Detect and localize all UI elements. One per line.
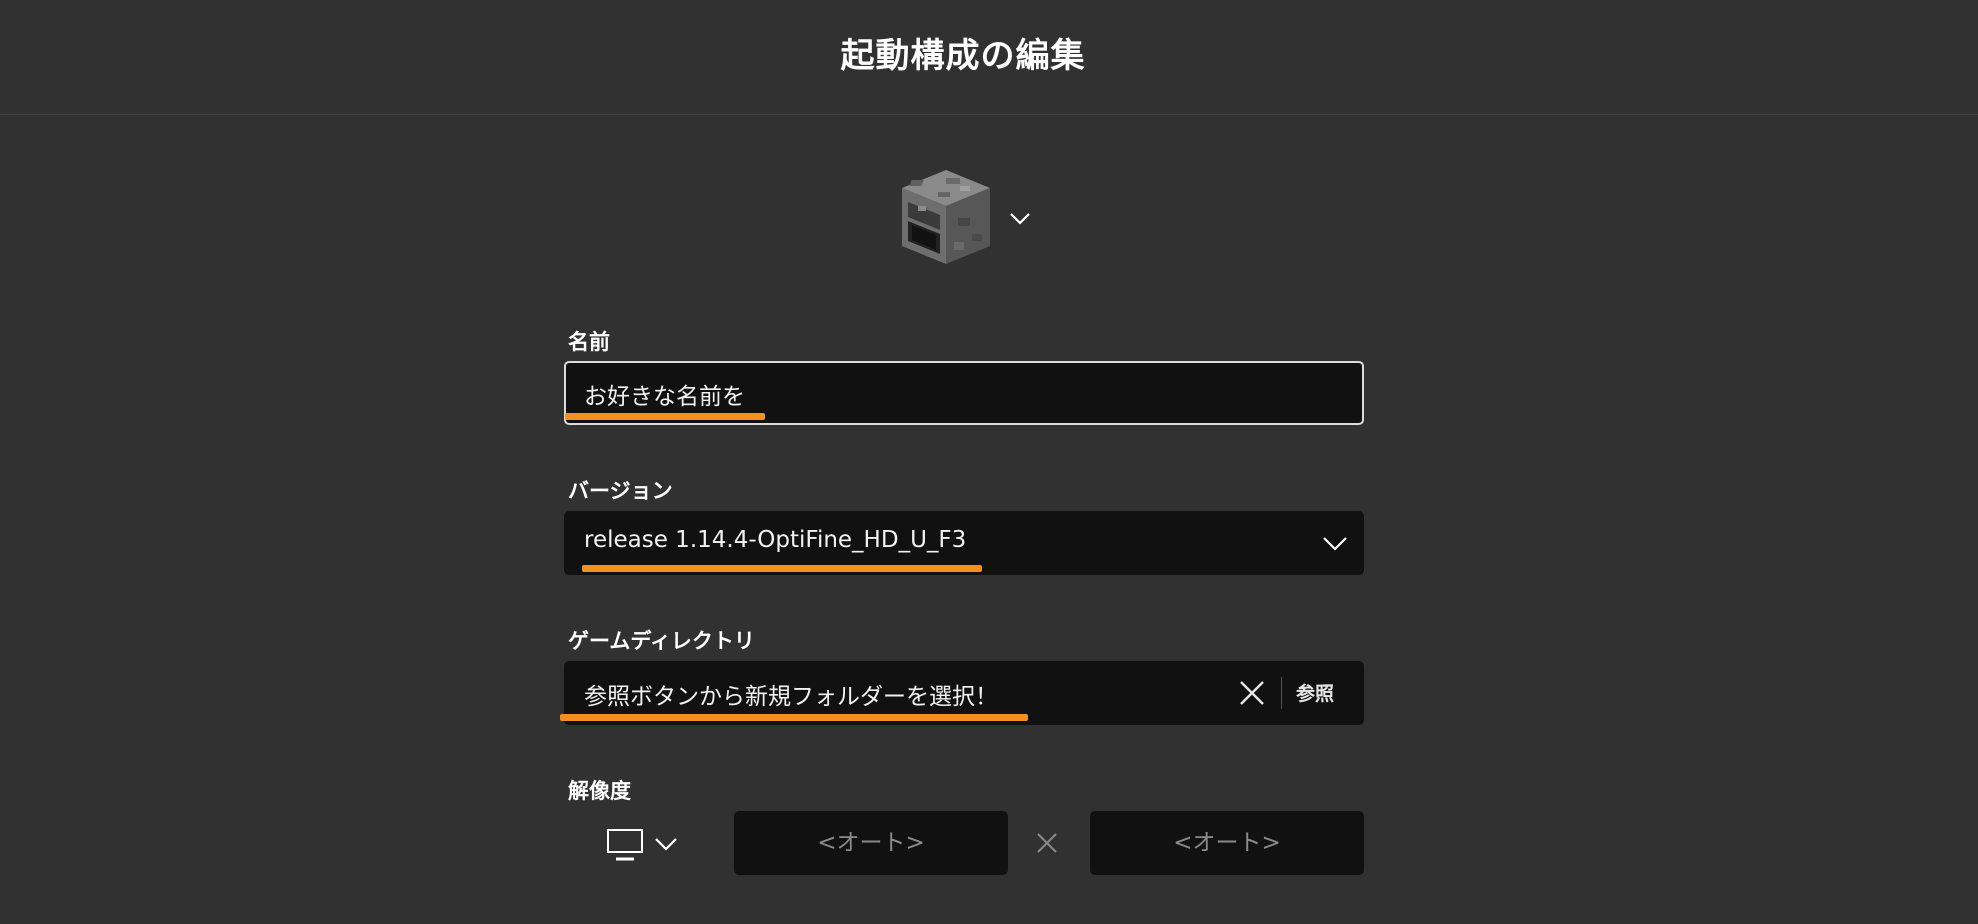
resolution-preset-select[interactable] (600, 826, 680, 866)
highlight-underline (560, 714, 1028, 721)
divider (1281, 677, 1282, 709)
version-value: release 1.14.4-OptiFine_HD_U_F3 (584, 527, 967, 553)
header: 起動構成の編集 (0, 0, 1978, 115)
times-icon (1037, 833, 1057, 853)
icon-picker[interactable] (898, 168, 1030, 268)
highlight-underline (565, 413, 765, 420)
browse-button[interactable]: 参照 (1296, 679, 1334, 706)
name-label: 名前 (568, 330, 610, 354)
chevron-down-icon (1010, 213, 1030, 225)
page-title: 起動構成の編集 (840, 36, 1086, 76)
close-icon[interactable] (1236, 677, 1268, 709)
game-directory-label: ゲームディレクトリ (568, 629, 755, 653)
chevron-down-icon (655, 838, 677, 851)
chevron-down-icon (1323, 537, 1347, 551)
resolution-height-input[interactable]: <オート> (1090, 811, 1364, 875)
furnace-block-icon (902, 170, 990, 264)
highlight-underline (582, 565, 982, 572)
resolution-label: 解像度 (568, 779, 631, 803)
name-value: お好きな名前を (584, 384, 745, 410)
version-label: バージョン (568, 479, 673, 503)
game-directory-value: 参照ボタンから新規フォルダーを選択！ (584, 684, 998, 710)
resolution-width-input[interactable]: <オート> (734, 811, 1008, 875)
monitor-icon (607, 829, 643, 861)
